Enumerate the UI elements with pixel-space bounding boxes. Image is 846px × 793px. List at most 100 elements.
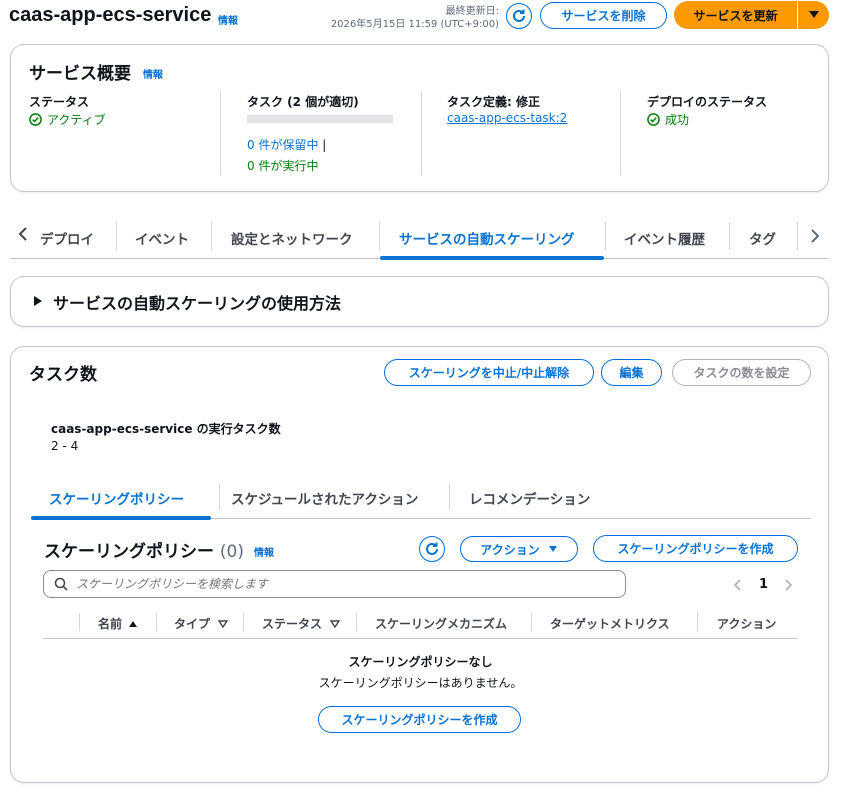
- active-subtab-indicator: [31, 516, 211, 520]
- tab-divider: [797, 222, 798, 250]
- suspend-scaling-button[interactable]: スケーリングを中止/中止解除: [384, 359, 594, 386]
- refresh-icon: [513, 9, 525, 22]
- subtab-scheduled-actions[interactable]: スケジュールされたアクション: [231, 488, 418, 508]
- overview-info-link[interactable]: 情報: [143, 66, 163, 81]
- tasks-running-text: 0 件が実行中: [247, 159, 319, 173]
- search-icon: [54, 577, 68, 591]
- tasks-separator: |: [322, 138, 327, 152]
- tab-divider: [605, 222, 606, 250]
- sort-icon: [330, 619, 341, 628]
- running-tasks-label: caas-app-ecs-service の実行タスク数: [51, 422, 281, 436]
- column-divider: [79, 613, 80, 631]
- column-type-label: タイプ: [174, 617, 211, 631]
- chevron-right-icon: [811, 229, 820, 243]
- column-name-label: 名前: [98, 617, 123, 631]
- subtab-recommendations[interactable]: レコメンデーション: [469, 488, 590, 508]
- success-check-icon: [29, 113, 42, 126]
- last-updated-value: 2026年5月15日 11:59 (UTC+9:00): [330, 19, 499, 30]
- taskdef-link[interactable]: caas-app-ecs-task:2: [447, 111, 567, 125]
- task-count-title: タスク数: [29, 365, 97, 385]
- deploy-status-label: デプロイのステータス: [647, 95, 768, 109]
- tasks-label: タスク (2 個が適切): [247, 95, 359, 109]
- chevron-left-icon: [18, 227, 27, 241]
- chevron-left-icon[interactable]: [733, 579, 741, 591]
- task-count-panel: タスク数 スケーリングを中止/中止解除 編集 タスクの数を設定 caas-app…: [10, 346, 829, 783]
- success-check-icon: [647, 113, 660, 126]
- policies-count: (0): [219, 542, 245, 562]
- column-divider: [156, 613, 157, 631]
- tab-deploy[interactable]: デプロイ: [40, 228, 94, 248]
- empty-create-policy-button[interactable]: スケーリングポリシーを作成: [318, 706, 521, 733]
- tasks-pending-text[interactable]: 0 件が保留中: [247, 138, 318, 152]
- policies-title: スケーリングポリシー (0): [44, 537, 244, 562]
- divider: [220, 91, 221, 175]
- policy-search-input[interactable]: [76, 577, 596, 591]
- policies-title-text: スケーリングポリシー: [44, 542, 214, 562]
- empty-state-title: スケーリングポリシーなし: [348, 655, 493, 669]
- tab-divider: [116, 222, 117, 250]
- tab-divider: [729, 222, 730, 250]
- caret-down-icon: [548, 546, 557, 552]
- tab-divider: [379, 222, 380, 250]
- column-divider: [243, 613, 244, 631]
- howto-expandable[interactable]: サービスの自動スケーリングの使用方法: [10, 276, 829, 327]
- divider: [620, 91, 621, 175]
- deploy-status-text: 成功: [665, 113, 690, 127]
- subtab-divider: [449, 484, 450, 510]
- policies-refresh-button[interactable]: [419, 536, 445, 562]
- header-info-link[interactable]: 情報: [218, 12, 238, 27]
- tab-divider: [211, 222, 212, 250]
- edit-button[interactable]: 編集: [601, 359, 662, 386]
- refresh-button[interactable]: [506, 3, 532, 29]
- tab-auto-scaling[interactable]: サービスの自動スケーリング: [399, 228, 575, 248]
- howto-title: サービスの自動スケーリングの使用方法: [53, 294, 342, 313]
- tasks-progress-bar: [247, 115, 393, 123]
- page-number[interactable]: 1: [759, 577, 768, 592]
- column-header-name[interactable]: 名前: [98, 615, 138, 632]
- subtab-divider: [219, 484, 220, 510]
- status-value: アクティブ: [29, 111, 106, 128]
- tab-tags[interactable]: タグ: [749, 228, 776, 248]
- update-service-button[interactable]: サービスを更新: [674, 1, 797, 29]
- overview-title: サービス概要: [29, 64, 131, 84]
- create-policy-button[interactable]: スケーリングポリシーを作成: [593, 535, 798, 562]
- caret-down-icon: [808, 11, 819, 18]
- column-status-label: ステータス: [262, 617, 323, 631]
- status-text: アクティブ: [47, 113, 106, 127]
- actions-dropdown-button[interactable]: アクション: [460, 536, 578, 562]
- tabs-scroll-left[interactable]: [18, 226, 28, 245]
- service-overview-card: サービス概要 情報 ステータス アクティブ タスク (2 個が適切) 0 件が保…: [10, 44, 829, 192]
- column-header-target-metrics: ターゲットメトリクス: [550, 617, 670, 631]
- delete-service-button[interactable]: サービスを削除: [540, 2, 667, 29]
- chevron-right-icon[interactable]: [785, 579, 793, 591]
- caret-right-icon: [34, 296, 42, 306]
- subtab-scaling-policy[interactable]: スケーリングポリシー: [49, 488, 184, 508]
- taskdef-label: タスク定義: 修正: [447, 95, 540, 109]
- sort-ascending-icon: [129, 620, 138, 627]
- divider: [421, 91, 422, 175]
- policies-info-link[interactable]: 情報: [254, 544, 274, 559]
- empty-state-description: スケーリングポリシーはありません。: [318, 676, 523, 690]
- active-tab-indicator: [380, 256, 604, 260]
- tab-events[interactable]: イベント: [135, 228, 189, 248]
- actions-label: アクション: [480, 542, 540, 557]
- column-header-mechanism: スケーリングメカニズム: [375, 617, 508, 631]
- tab-event-history[interactable]: イベント履歴: [624, 228, 705, 248]
- tab-config-network[interactable]: 設定とネットワーク: [231, 228, 353, 248]
- update-dropdown-button[interactable]: [798, 1, 829, 29]
- column-divider: [356, 613, 357, 631]
- page-title: caas-app-ecs-service: [9, 4, 212, 26]
- column-divider: [697, 613, 698, 631]
- table-header-border: [43, 638, 798, 639]
- sort-icon: [218, 619, 229, 628]
- column-divider: [531, 613, 532, 631]
- policy-search-field[interactable]: [43, 570, 626, 598]
- tabs-scroll-right[interactable]: [810, 229, 820, 247]
- column-header-type[interactable]: タイプ: [174, 615, 229, 632]
- column-header-status[interactable]: ステータス: [262, 615, 341, 632]
- tasks-pending-link[interactable]: 0 件が保留中 |: [247, 136, 326, 153]
- running-tasks-value: 2 - 4: [51, 439, 79, 453]
- deploy-status-value: 成功: [647, 111, 689, 128]
- refresh-icon: [426, 542, 438, 555]
- set-task-count-button[interactable]: タスクの数を設定: [672, 359, 811, 386]
